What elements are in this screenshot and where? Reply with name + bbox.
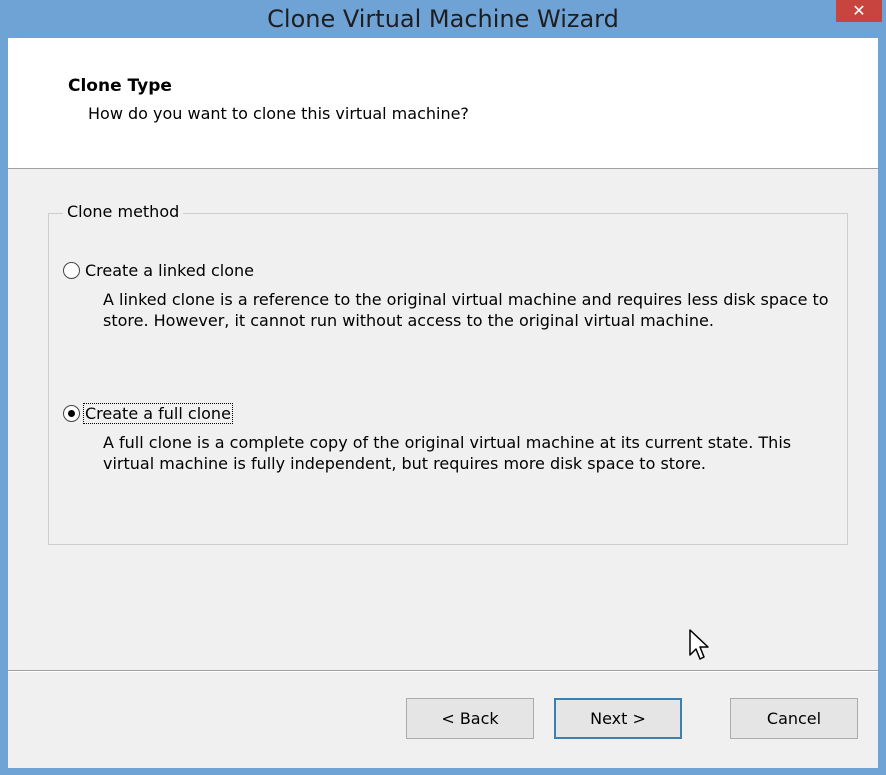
back-button[interactable]: < Back: [406, 698, 534, 739]
close-button[interactable]: ✕: [836, 0, 882, 22]
mouse-pointer-icon: [689, 629, 709, 660]
next-button[interactable]: Next >: [554, 698, 682, 739]
linked-clone-label[interactable]: Create a linked clone: [84, 261, 255, 280]
linked-clone-description: A linked clone is a reference to the ori…: [103, 290, 829, 330]
clone-wizard-window: Clone Virtual Machine Wizard ✕ Clone Typ…: [0, 0, 886, 775]
full-clone-label[interactable]: Create a full clone: [83, 403, 233, 424]
radio-checked-icon[interactable]: [63, 405, 80, 422]
footer-divider: [8, 670, 878, 672]
wizard-body: Clone Type How do you want to clone this…: [8, 38, 878, 768]
page-subtitle: How do you want to clone this virtual ma…: [88, 104, 469, 123]
close-icon: ✕: [852, 1, 866, 20]
linked-clone-radio[interactable]: Create a linked clone: [63, 261, 255, 280]
window-title: Clone Virtual Machine Wizard: [267, 5, 619, 33]
full-clone-radio[interactable]: Create a full clone: [63, 403, 233, 424]
cancel-button[interactable]: Cancel: [730, 698, 858, 739]
clone-method-group: Clone method Create a linked clone A lin…: [48, 202, 848, 545]
radio-unchecked-icon[interactable]: [63, 262, 80, 279]
wizard-header: Clone Type How do you want to clone this…: [8, 38, 878, 169]
title-bar[interactable]: Clone Virtual Machine Wizard ✕: [0, 0, 886, 38]
full-clone-description: A full clone is a complete copy of the o…: [103, 433, 792, 473]
page-title: Clone Type: [68, 76, 172, 96]
clone-method-legend: Clone method: [63, 202, 184, 221]
